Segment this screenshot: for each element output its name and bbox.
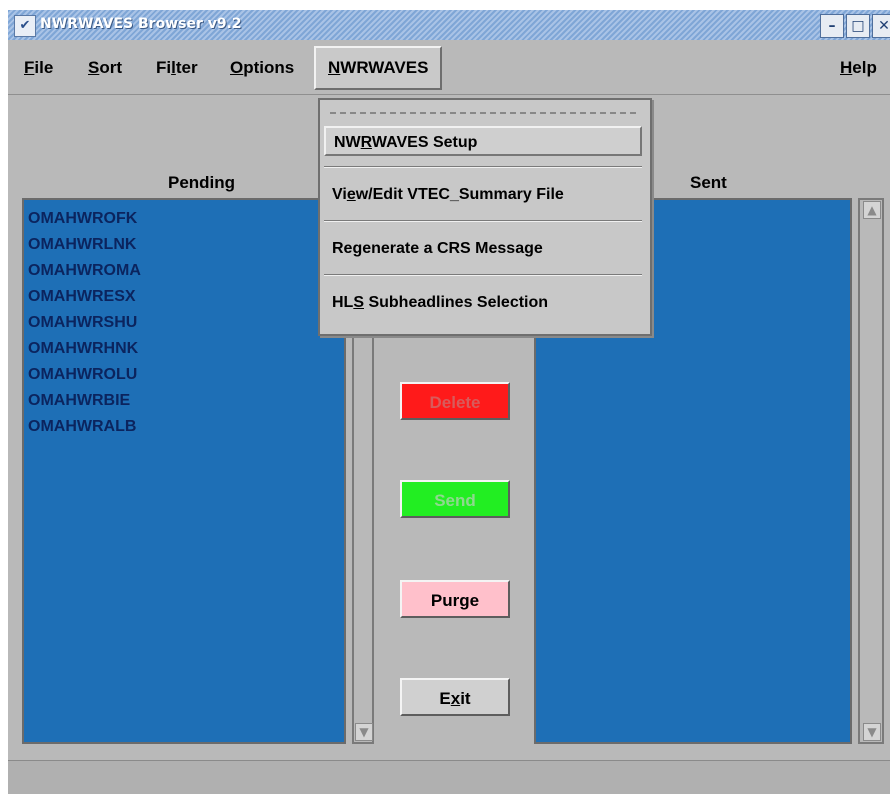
menu-filter[interactable]: Filter	[156, 58, 198, 78]
pending-list-item[interactable]: OMAHWRALB	[24, 414, 344, 440]
sent-scrollbar[interactable]: ▲ ▼	[858, 198, 884, 744]
menu-help[interactable]: Help	[840, 58, 877, 78]
scroll-down-icon[interactable]: ▼	[863, 723, 881, 741]
menu-item-regenerate-crs-message[interactable]: Regenerate a CRS Message	[324, 234, 642, 264]
pending-list[interactable]: OMAHWROFK OMAHWRLNK OMAHWROMA OMAHWRESX …	[22, 198, 346, 744]
status-bar	[8, 760, 890, 794]
menu-sort[interactable]: Sort	[88, 58, 122, 78]
delete-button[interactable]: Delete	[400, 382, 510, 420]
title-bar[interactable]: ✔ NWRWAVES Browser v9.2 – □ ✕	[8, 10, 890, 41]
menu-divider	[324, 274, 642, 276]
minimize-button[interactable]: –	[820, 14, 844, 38]
send-button[interactable]: Send	[400, 480, 510, 518]
scroll-up-icon[interactable]: ▲	[863, 201, 881, 219]
window-menu-icon[interactable]: ✔	[14, 15, 36, 37]
menu-item-hls-subheadlines-selection[interactable]: HLS Subheadlines Selection	[324, 288, 642, 318]
exit-button[interactable]: Exit	[400, 678, 510, 716]
pending-list-item[interactable]: OMAHWROLU	[24, 362, 344, 388]
pending-list-item[interactable]: OMAHWRESX	[24, 284, 344, 310]
tearoff-line[interactable]	[330, 112, 636, 114]
pending-list-item[interactable]: OMAHWROFK	[24, 206, 344, 232]
menu-item-nwrwaves-setup[interactable]: NWRWAVES Setup	[324, 126, 642, 156]
scroll-down-icon[interactable]: ▼	[355, 723, 373, 741]
menu-file[interactable]: File	[24, 58, 53, 78]
menu-options[interactable]: Options	[230, 58, 294, 78]
menu-nwrwaves[interactable]: NWRWAVES	[314, 46, 443, 90]
pending-list-item[interactable]: OMAHWRHNK	[24, 336, 344, 362]
menu-item-view-edit-vtec-summary[interactable]: View/Edit VTEC_Summary File	[324, 180, 642, 210]
nwrwaves-dropdown-menu: NWRWAVES Setup View/Edit VTEC_Summary Fi…	[318, 98, 652, 336]
pending-list-item[interactable]: OMAHWROMA	[24, 258, 344, 284]
maximize-button[interactable]: □	[846, 14, 870, 38]
menu-divider	[324, 166, 642, 168]
close-button[interactable]: ✕	[872, 14, 890, 38]
pending-list-item[interactable]: OMAHWRBIE	[24, 388, 344, 414]
sent-header: Sent	[690, 173, 727, 192]
app-window: ✔ NWRWAVES Browser v9.2 – □ ✕ File Sort …	[8, 10, 890, 794]
window-title: NWRWAVES Browser v9.2	[40, 16, 242, 32]
menu-bar: File Sort Filter Options NWRWAVES Help	[8, 40, 890, 95]
pending-header: Pending	[168, 173, 236, 192]
pending-list-item[interactable]: OMAHWRSHU	[24, 310, 344, 336]
menu-divider	[324, 220, 642, 222]
purge-button[interactable]: Purge	[400, 580, 510, 618]
pending-list-item[interactable]: OMAHWRLNK	[24, 232, 344, 258]
